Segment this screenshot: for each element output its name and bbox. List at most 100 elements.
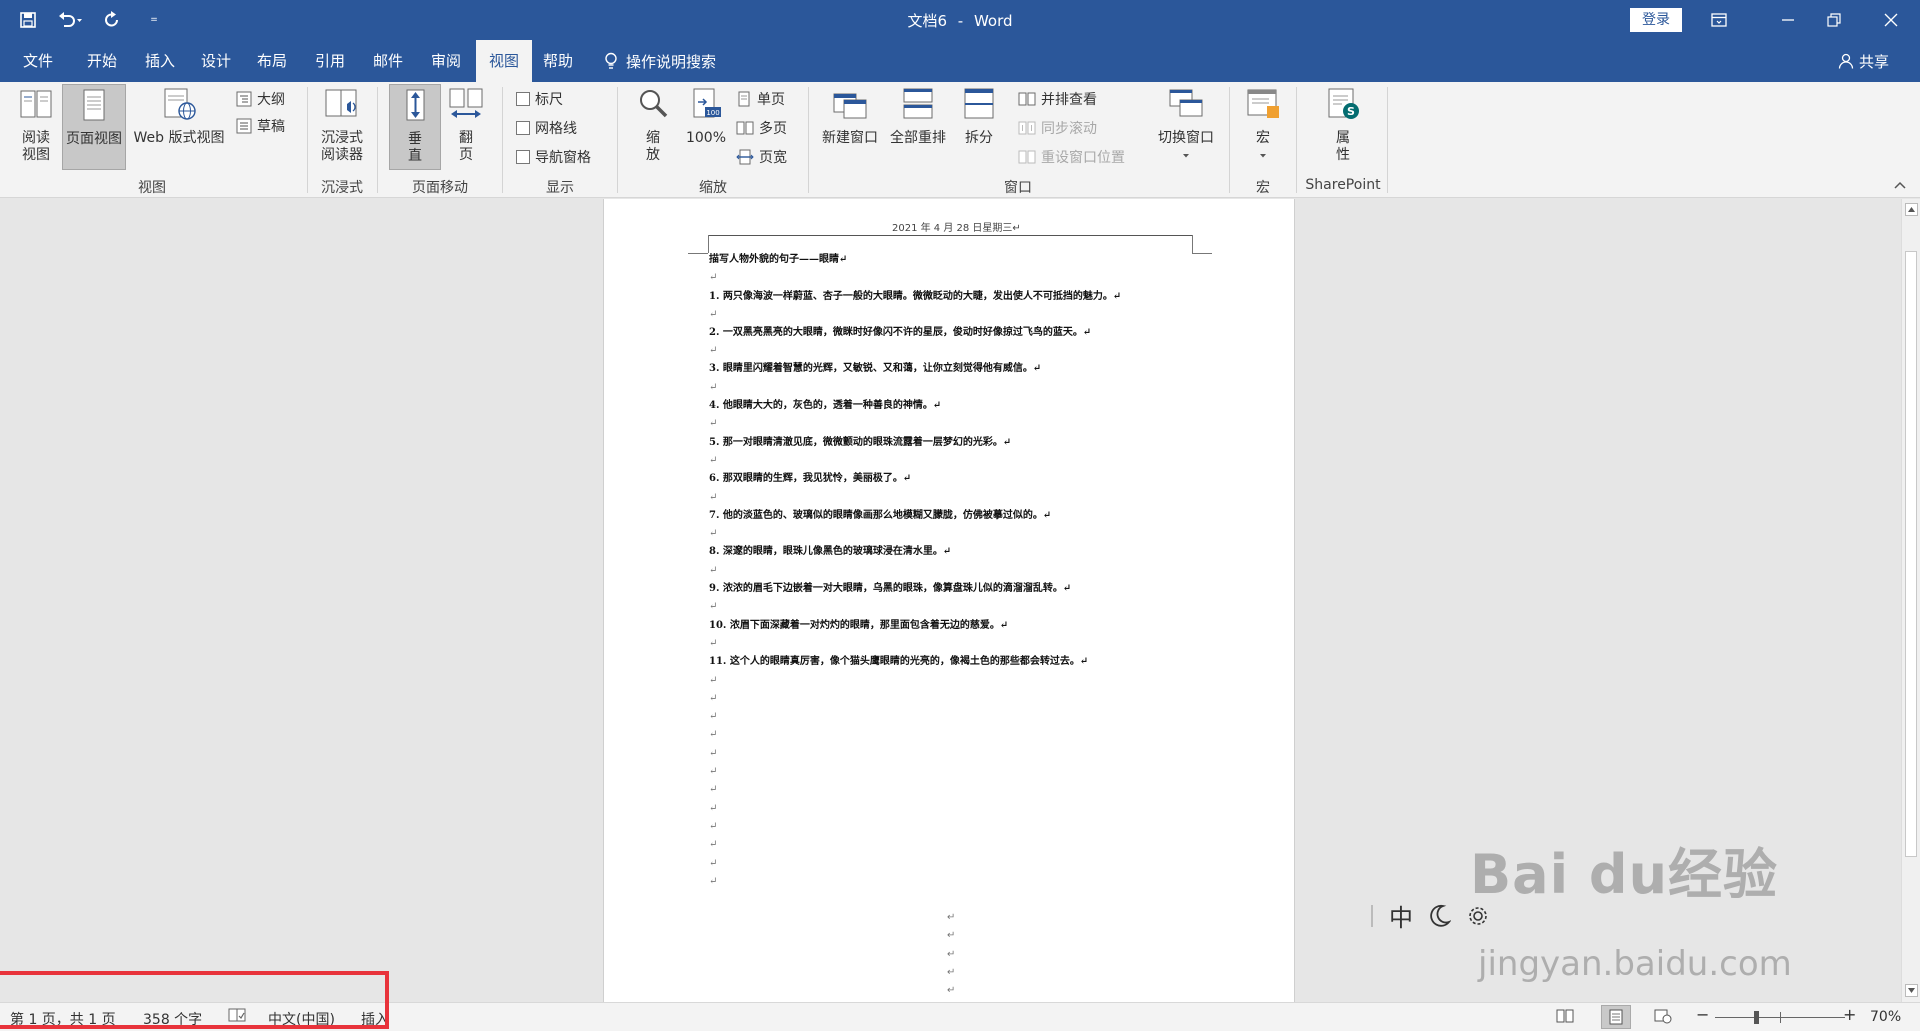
group-separator	[1229, 87, 1230, 193]
tab-layout[interactable]: 布局	[244, 40, 300, 82]
restore-button[interactable]	[1811, 0, 1857, 40]
arrange-all-label: 全部重排	[890, 130, 946, 146]
gridlines-label: 网格线	[535, 121, 577, 137]
ribbon-display-options-button[interactable]	[1696, 0, 1742, 40]
tab-mailings[interactable]: 邮件	[360, 40, 416, 82]
synchronous-scrolling-button[interactable]: 同步滚动	[1018, 117, 1097, 139]
baidu-jingyan-watermark: Bai du经验	[1470, 843, 1779, 906]
app-name: Word	[973, 12, 1013, 30]
zoom-level[interactable]: 70%	[1870, 1009, 1901, 1025]
view-side-by-side-button[interactable]: 并排查看	[1018, 88, 1097, 110]
one-page-button[interactable]: 单页	[736, 88, 785, 110]
read-mode-view-button[interactable]	[1556, 1008, 1574, 1028]
vertical-page-movement-button[interactable]: 垂 直	[389, 84, 441, 170]
minimize-button[interactable]	[1765, 0, 1811, 40]
ruler-checkbox-box[interactable]	[516, 92, 530, 106]
tell-me-label: 操作说明搜索	[626, 52, 717, 71]
zoom-100-button[interactable]: 100 100%	[682, 86, 730, 168]
paragraph-mark: ↵	[709, 820, 718, 832]
collapse-ribbon-button[interactable]	[1893, 178, 1907, 194]
nav-pane-checkbox[interactable]: 导航窗格	[516, 146, 591, 168]
page-width-button[interactable]: 页宽	[736, 146, 787, 168]
tab-design[interactable]: 设计	[188, 40, 244, 82]
page-header-date[interactable]: 2021 年 4 月 28 日星期三↵	[892, 219, 1021, 234]
ime-mode-toggle[interactable]: 中	[1389, 898, 1413, 933]
triangle-down-icon	[1908, 988, 1915, 993]
side-to-side-button[interactable]: 翻 页	[444, 86, 488, 168]
gridlines-checkbox-box[interactable]	[516, 121, 530, 135]
draft-button[interactable]: 草稿	[236, 115, 285, 137]
switch-windows-label: 切换窗口	[1158, 130, 1214, 146]
switch-windows-button[interactable]: 切换窗口	[1152, 86, 1220, 168]
moon-icon[interactable]	[1429, 904, 1451, 928]
scroll-up-button[interactable]	[1905, 203, 1918, 216]
zoom-in-button[interactable]: +	[1843, 1005, 1856, 1024]
print-layout-view-button[interactable]	[1601, 1005, 1631, 1029]
tab-view[interactable]: 视图	[476, 40, 532, 82]
immersive-reader-button[interactable]: 沉浸式 阅读器	[314, 86, 370, 168]
macros-chevron-down-icon	[1260, 154, 1266, 158]
paragraph-mark: ↵	[709, 857, 718, 869]
list-item: 10. 浓眉下面深藏着一对灼灼的眼睛，那里面包含着无边的慈爱。↵	[709, 619, 1009, 631]
web-layout-button[interactable]: Web 版式视图	[128, 86, 230, 168]
reset-window-position-button[interactable]: 重设窗口位置	[1018, 146, 1125, 168]
tab-home[interactable]: 开始	[74, 40, 130, 82]
zoom-button[interactable]: 缩 放	[628, 86, 678, 168]
group-separator	[1387, 87, 1388, 193]
tab-insert[interactable]: 插入	[132, 40, 188, 82]
paragraph-mark: ↵	[709, 784, 718, 796]
page-movement-group-label: 页面移动	[412, 180, 468, 196]
paragraph-mark: ↵	[947, 948, 956, 960]
tab-references[interactable]: 引用	[302, 40, 358, 82]
web-layout-view-button[interactable]	[1654, 1008, 1672, 1028]
tell-me-search[interactable]: 操作说明搜索	[604, 40, 716, 82]
properties-label: 属 性	[1336, 130, 1350, 163]
properties-button[interactable]: S 属 性	[1308, 86, 1378, 168]
tab-review[interactable]: 审阅	[418, 40, 474, 82]
multiple-pages-button[interactable]: 多页	[736, 117, 787, 139]
split-label: 拆分	[965, 130, 993, 146]
scroll-thumb[interactable]	[1905, 251, 1917, 857]
arrange-all-icon	[903, 88, 933, 119]
group-separator	[1296, 87, 1297, 193]
paragraph-mark: ↵	[709, 528, 718, 540]
nav-pane-checkbox-box[interactable]	[516, 150, 530, 164]
margin-mark	[688, 253, 708, 254]
paragraph-mark: ↵	[709, 308, 718, 320]
zoom-100-icon: 100	[693, 88, 721, 118]
gridlines-checkbox[interactable]: 网格线	[516, 117, 577, 139]
outline-button[interactable]: 大纲	[236, 88, 285, 110]
tab-help[interactable]: 帮助	[530, 40, 586, 82]
document-page[interactable]: 2021 年 4 月 28 日星期三↵ 描写人物外貌的句子——眼睛↵ ↵ 1. …	[603, 199, 1295, 1002]
ruler-checkbox[interactable]: 标尺	[516, 88, 563, 110]
multiple-pages-icon	[736, 121, 754, 135]
chevron-up-icon	[1894, 181, 1906, 189]
zoom-out-button[interactable]: −	[1696, 1005, 1709, 1024]
new-window-button[interactable]: 新建窗口	[818, 86, 882, 168]
paragraph-mark: ↵	[709, 637, 718, 649]
zoom-slider-thumb[interactable]	[1754, 1011, 1759, 1024]
document-body[interactable]: 描写人物外貌的句子——眼睛↵ ↵ 1. 两只像海波一样蔚蓝、杏子一般的大眼睛。微…	[709, 251, 1209, 891]
split-button[interactable]: 拆分	[954, 86, 1004, 168]
document-title: 描写人物外貌的句子——眼睛↵	[709, 254, 848, 265]
login-button[interactable]: 登录	[1630, 8, 1682, 32]
print-layout-label: 页面视图	[66, 131, 122, 147]
vertical-scrollbar[interactable]	[1901, 199, 1920, 1002]
new-window-icon	[833, 93, 867, 119]
macros-button[interactable]: 宏	[1240, 86, 1286, 168]
close-button[interactable]	[1868, 0, 1914, 40]
share-button[interactable]: 共享	[1838, 40, 1889, 82]
paragraph-mark: ↵	[709, 418, 718, 430]
scroll-down-button[interactable]	[1905, 984, 1918, 997]
print-layout-button[interactable]: 页面视图	[62, 84, 126, 170]
tab-file[interactable]: 文件	[10, 40, 66, 82]
switch-windows-chevron-down-icon	[1183, 154, 1189, 158]
paragraph-mark: ↵	[947, 966, 956, 978]
share-label: 共享	[1859, 52, 1890, 71]
arrange-all-button[interactable]: 全部重排	[886, 86, 950, 168]
sync-scroll-icon	[1018, 121, 1036, 135]
outline-label: 大纲	[257, 92, 285, 108]
page-width-icon	[736, 149, 754, 165]
read-mode-button[interactable]: 阅读 视图	[12, 86, 60, 168]
close-icon	[1884, 13, 1898, 27]
